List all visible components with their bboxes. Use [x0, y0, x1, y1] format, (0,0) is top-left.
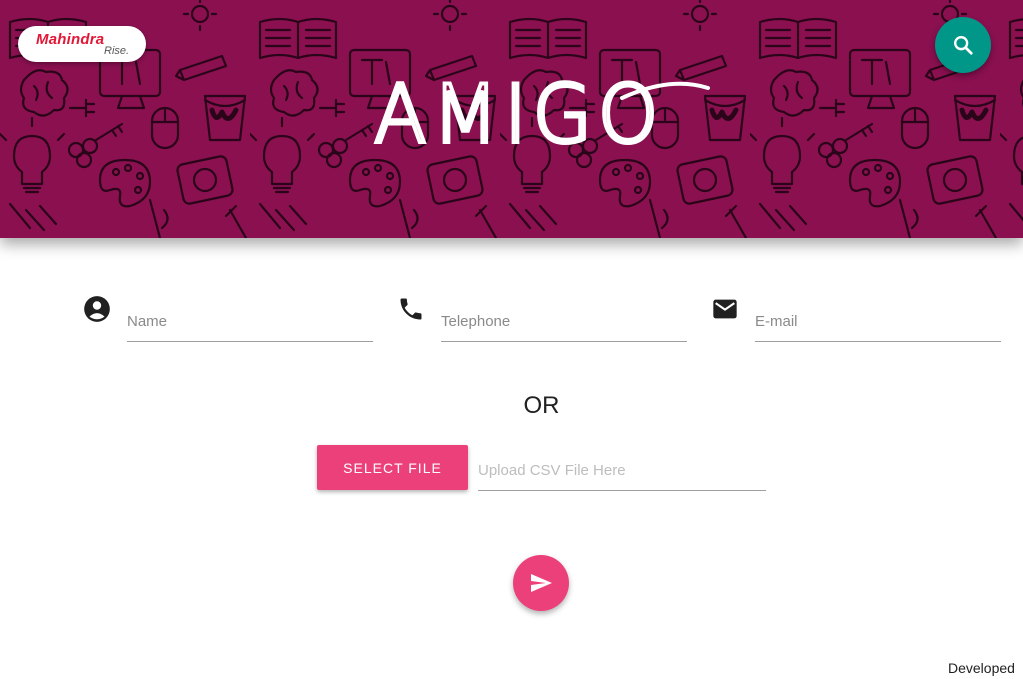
- send-icon: [531, 574, 552, 592]
- name-input[interactable]: [127, 301, 373, 342]
- name-field: [83, 295, 383, 345]
- telephone-field: [397, 295, 697, 345]
- submit-button[interactable]: [513, 555, 569, 611]
- phone-icon: [400, 298, 422, 320]
- file-path-input[interactable]: [478, 450, 766, 491]
- select-file-button[interactable]: SELECT FILE: [317, 445, 468, 490]
- email-input[interactable]: [755, 301, 1001, 342]
- app-title: AMIGO: [372, 72, 710, 152]
- telephone-input[interactable]: [441, 301, 687, 342]
- app-title-text: AMIGO: [374, 72, 664, 152]
- brand-tagline: Rise.: [104, 45, 130, 57]
- email-icon: [713, 299, 737, 319]
- account-circle-icon: [84, 296, 110, 322]
- brand-name: Mahindra: [36, 31, 105, 48]
- mahindra-logo[interactable]: Mahindra Rise.: [18, 26, 146, 62]
- footer-text: Developed: [948, 660, 1015, 676]
- email-field: [711, 295, 1011, 345]
- search-button[interactable]: [935, 17, 991, 73]
- or-separator: OR: [523, 392, 560, 419]
- header-banner: Mahindra Rise. AMIGO: [0, 0, 1023, 238]
- search-icon: [954, 36, 973, 55]
